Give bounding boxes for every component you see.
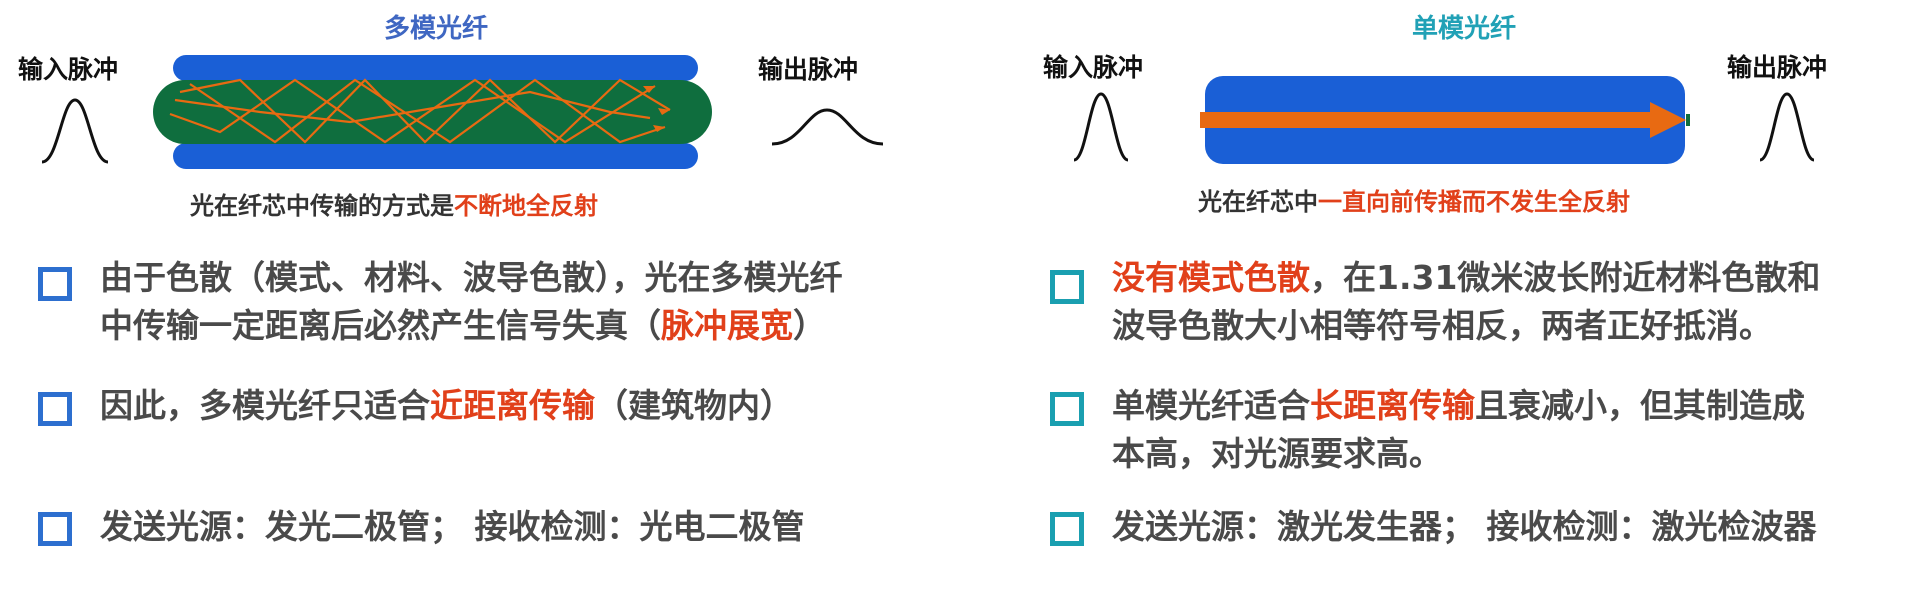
- multimode-cladding-bottom: [173, 143, 698, 169]
- left-bullet-2-checkbox: [38, 392, 72, 426]
- singlemode-caption-highlight: 一直向前传播而不发生全反射: [1318, 188, 1630, 216]
- right-output-pulse-icon: [1759, 92, 1815, 162]
- left-bullet-1-checkbox: [38, 267, 72, 301]
- multimode-cladding-top: [173, 55, 698, 81]
- singlemode-fiber-diagram: [1200, 76, 1690, 164]
- left-bullet-3-text: 发送光源：发光二极管； 接收检测：光电二极管: [100, 507, 805, 546]
- right-bullet-2-checkbox: [1050, 392, 1084, 426]
- multimode-caption: 光在纤芯中传输的方式是不断地全反射: [190, 192, 598, 220]
- left-output-pulse-icon: [771, 108, 884, 146]
- multimode-caption-highlight: 不断地全反射: [454, 192, 598, 220]
- left-input-pulse-label: 输入脉冲: [18, 55, 119, 84]
- right-output-pulse-label: 输出脉冲: [1727, 53, 1828, 82]
- right-input-pulse-icon: [1073, 92, 1129, 162]
- right-bullet-1-text: 没有模式色散，在1.31微米波长附近材料色散和 波导色散大小相等符号相反，两者正…: [1112, 258, 1821, 345]
- right-bullet-3-text: 发送光源：激光发生器； 接收检测：激光检波器: [1112, 507, 1817, 546]
- right-bullet-3-checkbox: [1050, 512, 1084, 546]
- multimode-fiber-diagram: [153, 55, 712, 169]
- left-bullet-3-checkbox: [38, 512, 72, 546]
- left-output-pulse-label: 输出脉冲: [758, 55, 859, 84]
- left-input-pulse-icon: [41, 98, 109, 164]
- right-input-pulse-label: 输入脉冲: [1043, 53, 1144, 82]
- right-bullet-2-text: 单模光纤适合长距离传输且衰减小，但其制造成 本高，对光源要求高。: [1112, 386, 1805, 473]
- multimode-title: 多模光纤: [384, 14, 489, 44]
- left-bullet-1-text: 由于色散（模式、材料、波导色散），光在多模光纤 中传输一定距离后必然产生信号失真…: [100, 258, 843, 345]
- singlemode-title: 单模光纤: [1412, 14, 1517, 44]
- straight-ray: [1200, 112, 1650, 128]
- singlemode-caption: 光在纤芯中一直向前传播而不发生全反射: [1198, 188, 1630, 216]
- left-bullet-2-text: 因此，多模光纤只适合近距离传输（建筑物内）: [100, 386, 793, 425]
- right-bullet-1-checkbox: [1050, 270, 1084, 304]
